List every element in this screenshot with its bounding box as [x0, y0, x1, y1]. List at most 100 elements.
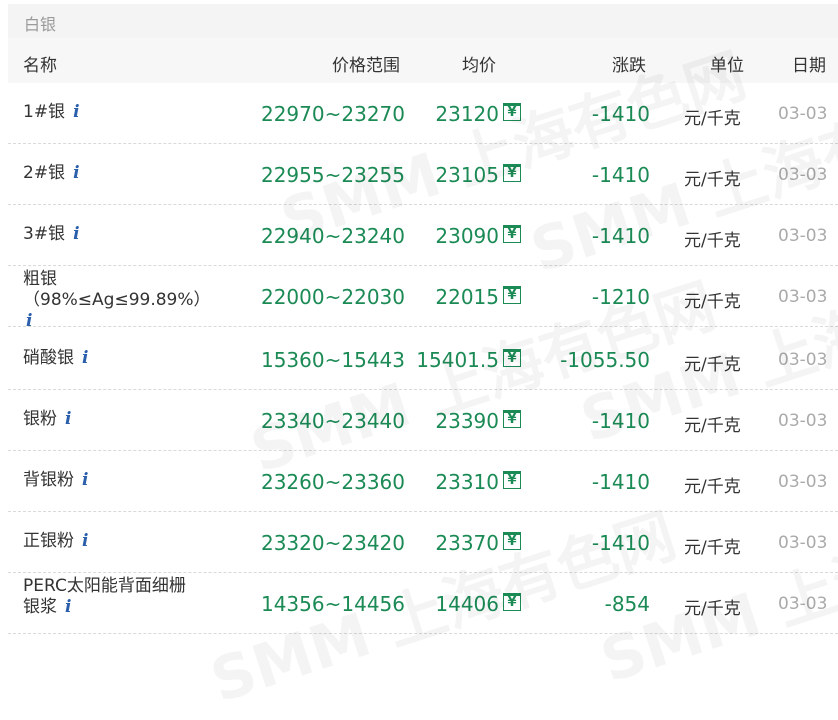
average-price: 23105 [435, 163, 499, 187]
column-header-avg: 均价 [462, 56, 496, 76]
product-name-label: 粗银 [23, 269, 57, 289]
product-name-label: 硝酸银 [23, 348, 74, 368]
product-name-label: 3#银 [23, 224, 66, 244]
column-header-change: 涨跌 [612, 56, 646, 76]
price-chart-icon[interactable]: ¥ [503, 103, 521, 121]
price-range: 23320~23420 [260, 531, 405, 555]
table-row: 银粉 i 23340~23440 23390 ¥ -1410 元/千克 03-03 [8, 390, 838, 451]
product-name-label: 1#银 [23, 102, 66, 122]
average-price: 23370 [435, 531, 499, 555]
info-icon[interactable]: i [82, 470, 88, 490]
price-chart-icon[interactable]: ¥ [503, 471, 521, 489]
table-header: 名称 价格范围 均价 涨跌 单位 日期 [8, 38, 838, 83]
price-unit: 元/千克 [684, 416, 741, 436]
price-chart-icon[interactable]: ¥ [503, 410, 521, 428]
product-name: 硝酸银 i [23, 348, 88, 369]
product-name-label: 背银粉 [23, 470, 74, 490]
average-price: 15401.5 [416, 348, 499, 372]
product-name-label: PERC太阳能背面细栅 [23, 576, 186, 596]
price-date: 03-03 [778, 226, 828, 246]
price-range: 23260~23360 [260, 470, 405, 494]
column-header-name: 名称 [23, 56, 57, 76]
info-icon[interactable]: i [65, 597, 71, 617]
price-range: 23340~23440 [260, 409, 405, 433]
price-chart-icon[interactable]: ¥ [503, 532, 521, 550]
price-date: 03-03 [778, 165, 828, 185]
price-range: 14356~14456 [260, 592, 405, 616]
price-change: -1055.50 [560, 348, 650, 372]
table-row: 2#银 i 22955~23255 23105 ¥ -1410 元/千克 03-03 [8, 144, 838, 205]
price-unit: 元/千克 [684, 109, 741, 129]
price-unit: 元/千克 [684, 477, 741, 497]
price-chart-icon[interactable]: ¥ [503, 286, 521, 304]
average-price: 23390 [435, 409, 499, 433]
table-row: PERC太阳能背面细栅 银浆 i 14356~14456 14406 ¥ -854 元/千克 0… [8, 573, 838, 634]
average-price: 23310 [435, 470, 499, 494]
price-range: 15360~15443 [260, 348, 405, 372]
price-change: -1410 [591, 163, 650, 187]
section-header: 白银 [8, 4, 838, 38]
price-change: -1410 [591, 102, 650, 126]
info-icon[interactable]: i [26, 311, 32, 331]
product-name-label: 正银粉 [23, 531, 74, 551]
price-chart-icon[interactable]: ¥ [503, 164, 521, 182]
price-unit: 元/千克 [684, 231, 741, 251]
table-row: 1#银 i 22970~23270 23120 ¥ -1410 元/千克 03-03 [8, 83, 838, 144]
info-icon[interactable]: i [82, 531, 88, 551]
column-header-range: 价格范围 [332, 56, 400, 76]
product-name: 3#银 i [23, 224, 80, 245]
product-name: 银粉 i [23, 409, 71, 430]
price-unit: 元/千克 [684, 292, 741, 312]
price-unit: 元/千克 [684, 355, 741, 375]
info-icon[interactable]: i [73, 163, 79, 183]
product-name: 1#银 i [23, 102, 80, 123]
price-change: -854 [604, 592, 650, 616]
price-change: -1210 [591, 285, 650, 309]
average-price: 14406 [435, 592, 499, 616]
product-name-detail: （98%≤Ag≤99.89%） [23, 290, 211, 310]
product-name-detail: 银浆 [23, 597, 57, 617]
info-icon[interactable]: i [65, 409, 71, 429]
product-name: 正银粉 i [23, 531, 88, 552]
price-chart-icon[interactable]: ¥ [503, 349, 521, 367]
product-name-label: 银粉 [23, 409, 57, 429]
price-change: -1410 [591, 409, 650, 433]
price-range: 22955~23255 [260, 163, 405, 187]
column-header-unit: 单位 [710, 56, 744, 76]
column-header-date: 日期 [792, 56, 826, 76]
table-row: 硝酸银 i 15360~15443 15401.5 ¥ -1055.50 元/千克 03-03 [8, 329, 838, 390]
price-range: 22940~23240 [260, 224, 405, 248]
price-range: 22970~23270 [260, 102, 405, 126]
table-row: 背银粉 i 23260~23360 23310 ¥ -1410 元/千克 03-03 [8, 451, 838, 512]
table-row: 正银粉 i 23320~23420 23370 ¥ -1410 元/千克 03-03 [8, 512, 838, 573]
table-row: 粗银 （98%≤Ag≤99.89%） i 22000~22030 22015 ¥ -1210… [8, 266, 838, 331]
product-name: 2#银 i [23, 163, 80, 184]
price-date: 03-03 [778, 533, 828, 553]
average-price: 22015 [435, 285, 499, 309]
price-date: 03-03 [778, 594, 828, 614]
price-range: 22000~22030 [260, 285, 405, 309]
price-chart-icon[interactable]: ¥ [503, 593, 521, 611]
table-row: 3#银 i 22940~23240 23090 ¥ -1410 元/千克 03-03 [8, 205, 838, 266]
price-unit: 元/千克 [684, 599, 741, 619]
price-unit: 元/千克 [684, 538, 741, 558]
price-change: -1410 [591, 531, 650, 555]
product-name: PERC太阳能背面细栅 银浆 i [23, 576, 186, 618]
price-date: 03-03 [778, 287, 828, 307]
product-name-label: 2#银 [23, 163, 66, 183]
price-unit: 元/千克 [684, 170, 741, 190]
price-date: 03-03 [778, 472, 828, 492]
info-icon[interactable]: i [73, 224, 79, 244]
price-chart-icon[interactable]: ¥ [503, 225, 521, 243]
product-name: 背银粉 i [23, 470, 88, 491]
price-change: -1410 [591, 224, 650, 248]
info-icon[interactable]: i [82, 348, 88, 368]
price-change: -1410 [591, 470, 650, 494]
product-name: 粗银 （98%≤Ag≤99.89%） i [23, 269, 211, 332]
price-date: 03-03 [778, 350, 828, 370]
price-date: 03-03 [778, 411, 828, 431]
average-price: 23120 [435, 102, 499, 126]
info-icon[interactable]: i [73, 102, 79, 122]
section-title: 白银 [24, 15, 57, 34]
price-date: 03-03 [778, 104, 828, 124]
